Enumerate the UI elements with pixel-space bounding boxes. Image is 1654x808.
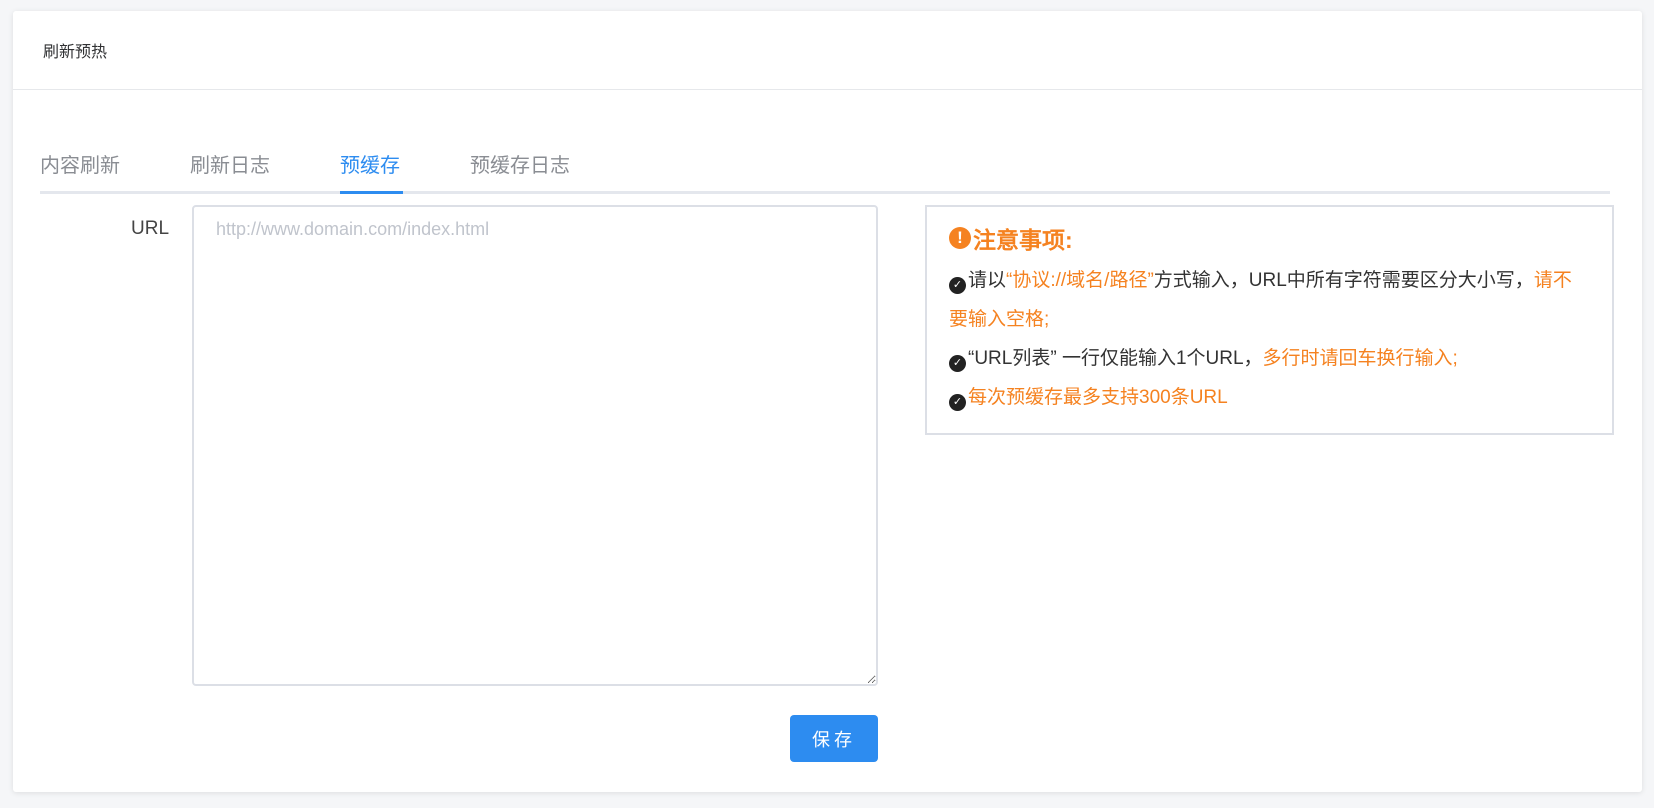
notice-2-text-a: “URL列表” 一行仅能输入1个URL，: [968, 348, 1263, 369]
card-header: 刷新预热: [13, 11, 1642, 90]
notice-1-text-b: “协议://域名/路径”: [1006, 270, 1154, 291]
check-circle-icon: ✓: [949, 277, 966, 294]
notice-item-1: ✓ 请以“协议://域名/路径”方式输入，URL中所有字符需要区分大小写，请不要输…: [949, 261, 1590, 339]
active-tab-indicator: [340, 191, 403, 194]
tab-bar: 内容刷新 刷新日志 预缓存 预缓存日志: [40, 137, 1610, 194]
page-title: 刷新预热: [43, 44, 108, 61]
notice-item-3: ✓ 每次预缓存最多支持300条URL: [949, 378, 1590, 417]
refresh-prefetch-card: 刷新预热 内容刷新 刷新日志 预缓存 预缓存日志 URL ! 注意事项: ✓请以…: [13, 11, 1642, 792]
url-label: URL: [131, 218, 170, 239]
tab-content-refresh[interactable]: 内容刷新: [40, 149, 120, 178]
check-circle-icon: ✓: [949, 355, 966, 372]
tab-prefetch[interactable]: 预缓存: [340, 149, 400, 178]
notice-box: ! 注意事项: ✓ 请以“协议://域名/路径”方式输入，URL中所有字符需要区分…: [925, 205, 1614, 435]
notice-1-text-c: 方式输入，URL中所有字符需要区分大小写，: [1153, 270, 1534, 291]
url-textarea[interactable]: [192, 205, 878, 686]
notice-3-text-a: 每次预缓存最多支持300条URL: [968, 387, 1228, 408]
exclamation-circle-icon: !: [949, 227, 971, 249]
save-button[interactable]: 保存: [790, 715, 878, 762]
notice-2-text-b: 多行时请回车换行输入;: [1262, 348, 1458, 369]
notice-title-text: 注意事项:: [973, 227, 1073, 253]
notice-1-text-a: 请以: [968, 270, 1007, 291]
notice-item-2: ✓ “URL列表” 一行仅能输入1个URL，多行时请回车换行输入;: [949, 339, 1590, 378]
tab-prefetch-log[interactable]: 预缓存日志: [470, 149, 570, 178]
check-circle-icon: ✓: [949, 394, 966, 411]
notice-title: ! 注意事项:: [949, 221, 1590, 255]
tab-refresh-log[interactable]: 刷新日志: [190, 149, 270, 178]
